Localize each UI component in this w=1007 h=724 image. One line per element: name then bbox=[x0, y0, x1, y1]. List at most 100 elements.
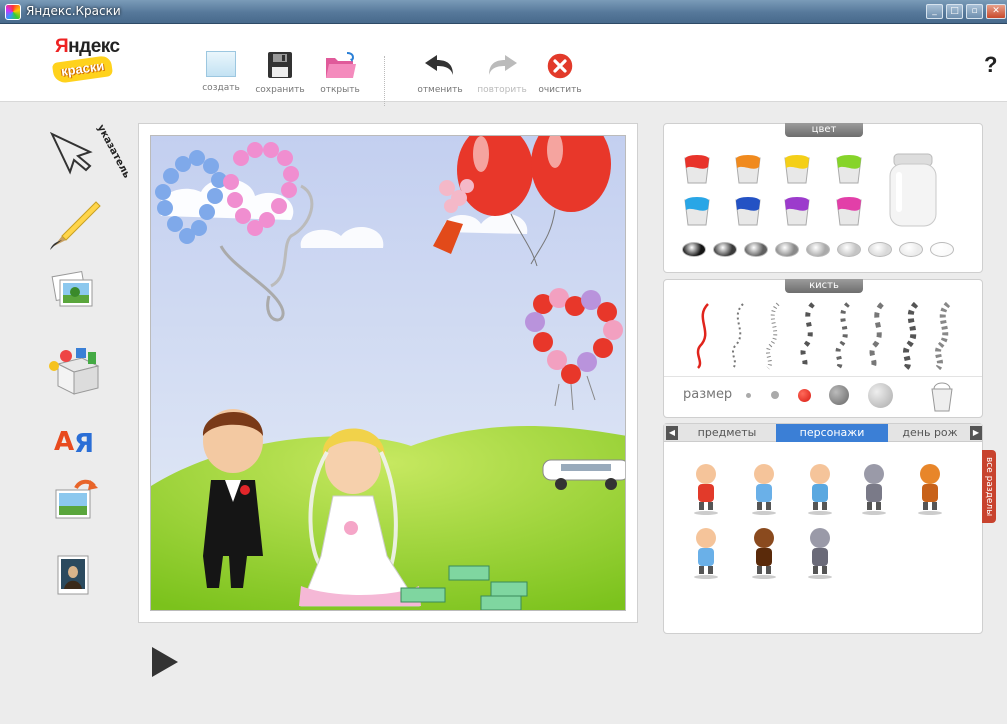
white-jar-icon[interactable] bbox=[886, 152, 940, 230]
objects-panel: ◀ предметы персонажи день рож ▶ bbox=[663, 423, 983, 634]
brush-sparkle[interactable] bbox=[760, 302, 786, 370]
shade-swatch-7[interactable] bbox=[868, 242, 892, 257]
girl-character[interactable] bbox=[742, 460, 786, 516]
kitten-character[interactable] bbox=[798, 524, 842, 580]
paint-bucket-6[interactable] bbox=[731, 194, 765, 228]
undo-arrow-icon bbox=[423, 51, 457, 79]
open-button[interactable]: открыть bbox=[309, 47, 371, 99]
shade-swatch-2[interactable] bbox=[713, 242, 737, 257]
paint-bucket-1[interactable] bbox=[680, 152, 714, 186]
new-document-icon bbox=[206, 51, 236, 77]
play-button[interactable] bbox=[152, 647, 178, 677]
color-panel-title: цвет bbox=[785, 123, 863, 137]
undo-button[interactable]: отменить bbox=[409, 47, 471, 99]
brush-stars[interactable] bbox=[898, 301, 924, 371]
toolbar-separator bbox=[384, 56, 385, 106]
paint-bucket-3[interactable] bbox=[780, 152, 814, 186]
create-button[interactable]: создать bbox=[190, 47, 252, 99]
brush-panel-title: кисть bbox=[785, 279, 863, 293]
save-button[interactable]: сохранить bbox=[249, 47, 311, 99]
redo-arrow-icon bbox=[485, 51, 519, 79]
text-letters-icon: АЯ bbox=[54, 427, 94, 459]
small-boy-character[interactable] bbox=[684, 524, 728, 580]
left-toolbox: указатель АЯ bbox=[30, 120, 132, 600]
size-label: размер bbox=[683, 387, 733, 402]
objects-tabs: ◀ предметы персонажи день рож ▶ bbox=[664, 424, 982, 442]
tabs-right-arrow-icon[interactable]: ▶ bbox=[970, 426, 982, 440]
help-icon[interactable]: ? bbox=[984, 52, 997, 78]
paint-bucket-5[interactable] bbox=[680, 194, 714, 228]
brush-icon bbox=[50, 201, 101, 250]
minimize-button[interactable]: _ bbox=[926, 4, 943, 19]
dog-character[interactable] bbox=[742, 524, 786, 580]
open-label: открыть bbox=[320, 85, 360, 95]
size-m-selected[interactable] bbox=[798, 389, 811, 402]
bucket-fill-icon[interactable] bbox=[926, 379, 958, 413]
save-label: сохранить bbox=[255, 85, 305, 95]
brush-circles[interactable] bbox=[930, 301, 956, 371]
size-s[interactable] bbox=[771, 391, 779, 399]
tab-items[interactable]: предметы bbox=[680, 424, 774, 442]
app-icon bbox=[5, 4, 21, 20]
size-xs[interactable] bbox=[746, 393, 751, 398]
maximize-button[interactable]: □ bbox=[946, 4, 963, 19]
paint-bucket-4[interactable] bbox=[832, 152, 866, 186]
rotate-tool[interactable] bbox=[40, 476, 110, 532]
gray-cat-character[interactable] bbox=[852, 460, 896, 516]
shade-swatch-5[interactable] bbox=[806, 242, 830, 257]
restore-button[interactable]: ▫ bbox=[966, 4, 983, 19]
clear-label: очистить bbox=[538, 85, 582, 95]
brush-dotted[interactable] bbox=[725, 302, 751, 370]
brush-tool[interactable] bbox=[40, 196, 110, 252]
paint-bucket-7[interactable] bbox=[780, 194, 814, 228]
brush-solid[interactable] bbox=[690, 302, 716, 370]
shade-swatch-3[interactable] bbox=[744, 242, 768, 257]
boy-character[interactable] bbox=[684, 460, 728, 516]
brush-leaves[interactable] bbox=[864, 302, 890, 370]
window-title: Яндекс.Краски bbox=[26, 4, 121, 18]
size-l[interactable] bbox=[829, 385, 849, 405]
undo-label: отменить bbox=[417, 85, 463, 95]
toolbar: Яндекс краски создать сохранить открыть … bbox=[0, 24, 1007, 106]
app-window: Яндекс.Краски _ □ ▫ ✕ Яндекс краски созд… bbox=[0, 0, 1007, 724]
orange-cat-character[interactable] bbox=[908, 460, 952, 516]
pictures-icon bbox=[51, 270, 93, 307]
redo-button[interactable]: повторить bbox=[471, 47, 533, 99]
brush-panel: кисть размер bbox=[663, 279, 983, 418]
tab-characters[interactable]: персонажи bbox=[776, 424, 888, 442]
objects-box-icon bbox=[49, 348, 100, 395]
brush-flowers[interactable] bbox=[830, 302, 856, 370]
drawing-canvas[interactable] bbox=[150, 135, 626, 611]
tabs-left-arrow-icon[interactable]: ◀ bbox=[666, 426, 678, 440]
svg-text:А: А bbox=[54, 427, 74, 457]
brush-hearts[interactable] bbox=[795, 302, 821, 370]
paint-bucket-2[interactable] bbox=[731, 152, 765, 186]
clear-button[interactable]: очистить bbox=[529, 47, 591, 99]
floppy-disk-icon bbox=[263, 51, 297, 79]
shade-swatch-4[interactable] bbox=[775, 242, 799, 257]
pointer-arrow-icon bbox=[49, 131, 93, 175]
text-tool[interactable]: АЯ bbox=[40, 410, 110, 466]
objects-tool[interactable] bbox=[40, 340, 110, 396]
title-bar: Яндекс.Краски _ □ ▫ ✕ bbox=[0, 0, 1007, 24]
drawing-canvas-frame bbox=[138, 123, 638, 623]
pointer-tool[interactable]: указатель bbox=[40, 123, 132, 188]
kid-character[interactable] bbox=[798, 460, 842, 516]
yandex-kraski-logo[interactable]: Яндекс краски bbox=[50, 36, 124, 90]
size-xl[interactable] bbox=[868, 383, 893, 408]
svg-text:Я: Я bbox=[74, 429, 94, 459]
shade-swatch-1[interactable] bbox=[682, 242, 706, 257]
shade-swatch-6[interactable] bbox=[837, 242, 861, 257]
all-sections-tab[interactable]: все разделы bbox=[982, 450, 996, 523]
color-panel: цвет bbox=[663, 123, 983, 273]
rotate-picture-icon bbox=[55, 479, 98, 519]
logo-kraski-text: краски bbox=[51, 54, 114, 85]
close-button[interactable]: ✕ bbox=[986, 4, 1006, 19]
background-tool[interactable] bbox=[40, 548, 110, 604]
redo-label: повторить bbox=[477, 85, 527, 95]
shade-swatch-8[interactable] bbox=[899, 242, 923, 257]
paint-bucket-8[interactable] bbox=[832, 194, 866, 228]
shade-swatch-9[interactable] bbox=[930, 242, 954, 257]
image-tool[interactable] bbox=[40, 266, 110, 322]
tab-birthday[interactable]: день рож bbox=[890, 424, 970, 442]
